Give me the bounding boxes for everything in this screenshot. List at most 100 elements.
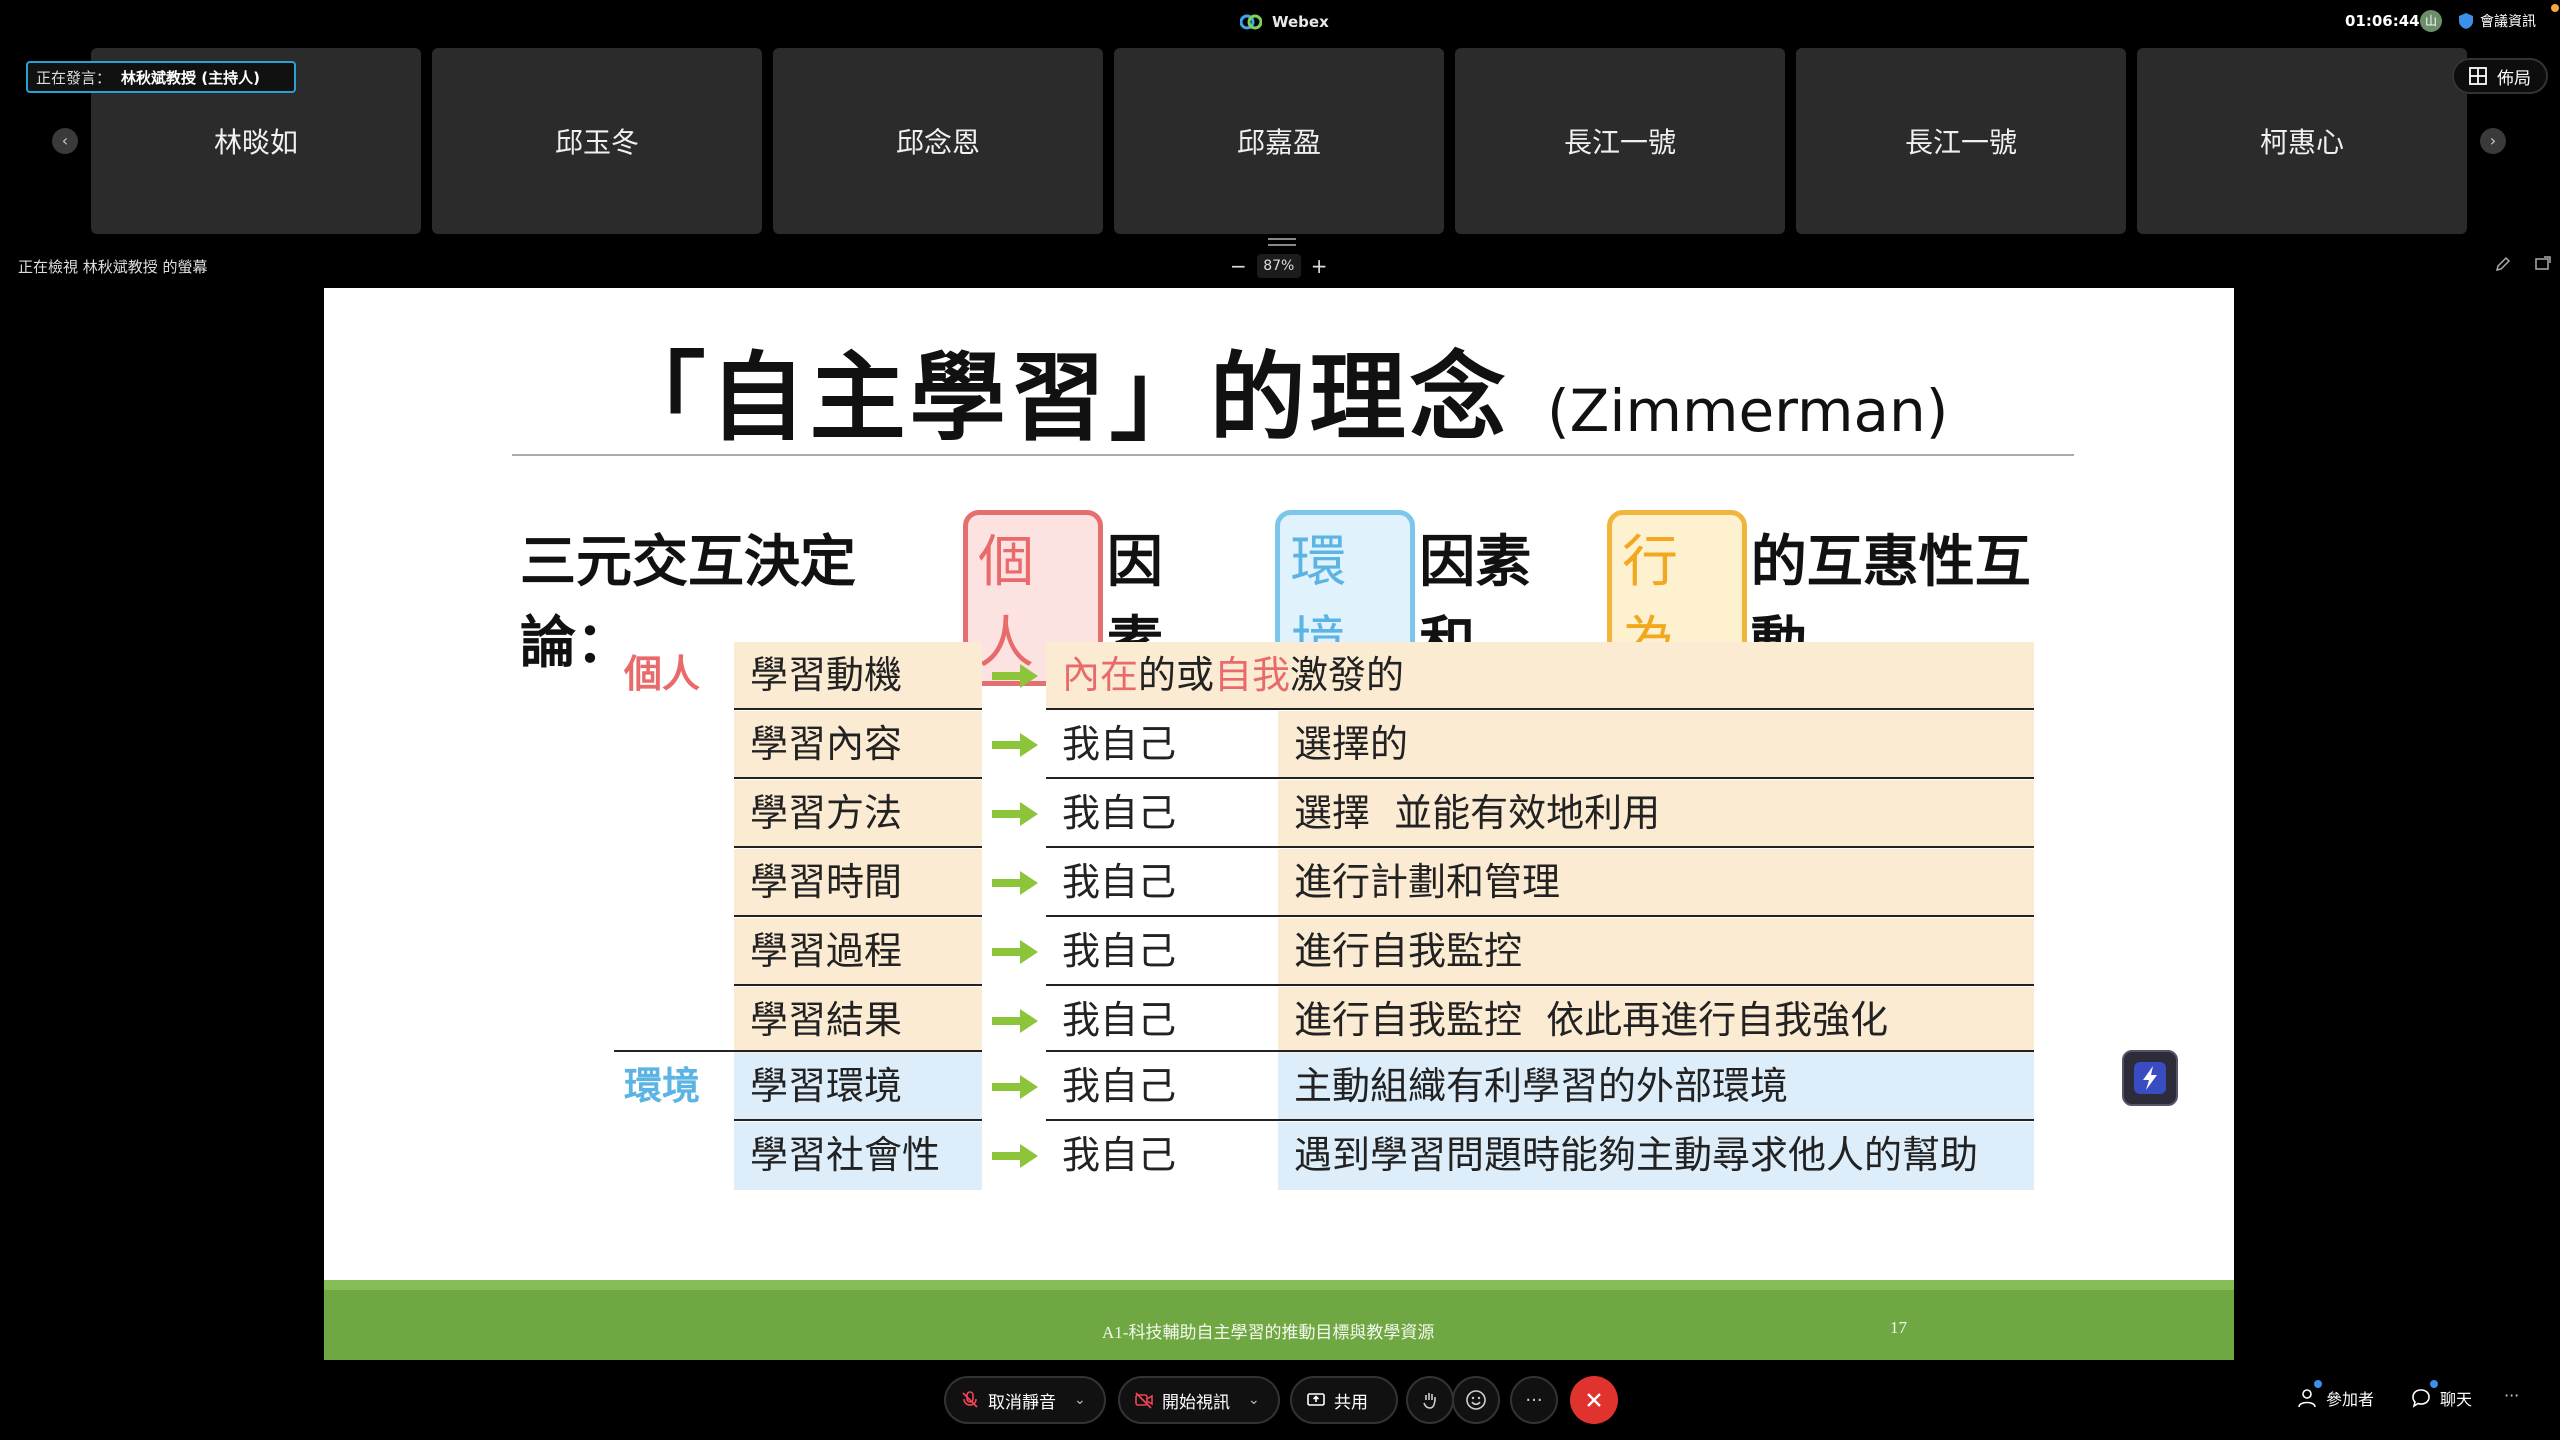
shared-slide: 「自主學習」的理念 (Zimmerman) 三元交互決定論： 個人 因素、 環境… <box>324 288 2234 1360</box>
row-agent: 我自己 <box>1062 1064 1177 1108</box>
row-agent: 我自己 <box>1062 791 1177 835</box>
participants-label: 參加者 <box>2326 1390 2375 1409</box>
row-item: 學習結果 <box>734 987 982 1055</box>
row-agent: 我自己 <box>1062 998 1177 1042</box>
row-item: 學習環境 <box>734 1053 982 1121</box>
row-item: 學習動機 <box>734 642 982 710</box>
avatar[interactable]: 山 <box>2420 10 2442 32</box>
row-divider <box>1046 708 2034 710</box>
table-row: 學習環境 我自己 主動組織有利學習的外部環境 <box>324 1053 2234 1121</box>
slide-title-author: (Zimmerman) <box>1547 377 1949 445</box>
notification-dot <box>2551 4 2559 12</box>
participant-tile[interactable]: 長江一號 <box>1455 48 1785 234</box>
chevron-down-icon[interactable]: ⌄ <box>1074 1392 1086 1408</box>
annotate-icon[interactable] <box>2495 256 2511 272</box>
floating-shortcut-button[interactable] <box>2122 1050 2178 1106</box>
highlight-self: 自我 <box>1214 653 1291 697</box>
popout-icon[interactable] <box>2535 256 2551 272</box>
participant-tile[interactable]: 邱玉冬 <box>432 48 762 234</box>
participant-name: 邱嘉盈 <box>1236 126 1321 159</box>
participant-tile[interactable]: 長江一號 <box>1796 48 2126 234</box>
strip-resize-handle[interactable] <box>1268 238 1296 246</box>
arrow-right-icon <box>986 918 1042 986</box>
row-text: 激發的 <box>1290 653 1405 697</box>
row-divider <box>734 708 982 710</box>
close-icon <box>1587 1393 1601 1407</box>
row-agent: 我自己 <box>1062 722 1177 766</box>
row-divider <box>734 984 982 986</box>
row-divider <box>734 846 982 848</box>
participant-tile[interactable]: 柯惠心 <box>2137 48 2467 234</box>
row-divider <box>1046 846 2034 848</box>
table-row: 學習內容 我自己 選擇的 <box>324 711 2234 779</box>
chevron-left-icon[interactable]: ‹ <box>52 128 78 154</box>
lightning-icon <box>2134 1062 2166 1094</box>
grid-layout-icon <box>2469 67 2487 85</box>
participant-name: 長江一號 <box>1563 126 1676 159</box>
row-description: 進行自我監控 依此再進行自我強化 <box>1278 987 2034 1055</box>
participant-tile[interactable]: 邱念恩 <box>773 48 1103 234</box>
meeting-controls: 取消靜音 ⌄ 開始視訊 ⌄ 共用 ··· 參加者 聊天 ··· <box>0 1376 2560 1426</box>
table-row: 學習方法 我自己 選擇 並能有效地利用 <box>324 780 2234 848</box>
meeting-info-label: 會議資訊 <box>2480 14 2536 30</box>
table-row: 學習社會性 我自己 遇到學習問題時能夠主動尋求他人的幫助 <box>324 1122 2234 1190</box>
row-item: 學習社會性 <box>734 1122 982 1190</box>
title-divider <box>512 454 2074 456</box>
share-viewing-text: 正在檢視 林秋斌教授 的螢幕 <box>18 258 208 276</box>
meeting-info-button[interactable]: 會議資訊 <box>2458 11 2536 31</box>
participant-name: 柯惠心 <box>2259 126 2344 159</box>
share-tools <box>2495 256 2551 272</box>
row-item: 學習時間 <box>734 849 982 917</box>
arrow-right-icon <box>986 849 1042 917</box>
chevron-right-icon[interactable]: › <box>2480 128 2506 154</box>
chat-button[interactable]: 聊天 <box>2410 1386 2472 1410</box>
shield-icon <box>2459 13 2473 29</box>
slide-footer-text: A1-科技輔助自主學習的推動目標與教學資源 <box>1102 1323 1435 1342</box>
person-icon <box>2298 1389 2316 1408</box>
overflow-menu-button[interactable]: ··· <box>2504 1386 2519 1405</box>
participant-name: 邱念恩 <box>895 126 980 159</box>
reactions-button[interactable] <box>1452 1376 1500 1424</box>
participant-tile[interactable]: 邱嘉盈 <box>1114 48 1444 234</box>
arrow-right-icon <box>986 1053 1042 1121</box>
row-item: 學習內容 <box>734 711 982 779</box>
row-description: 進行計劃和管理 <box>1278 849 2034 917</box>
row-description: 主動組織有利學習的外部環境 <box>1278 1053 2034 1121</box>
chat-icon <box>2412 1389 2430 1408</box>
more-options-button[interactable]: ··· <box>1510 1376 1558 1424</box>
end-call-button[interactable] <box>1570 1376 1618 1424</box>
chat-label: 聊天 <box>2440 1390 2473 1409</box>
mute-button-label: 取消靜音 <box>988 1392 1056 1413</box>
row-divider <box>1046 1050 2034 1052</box>
row-divider <box>734 1119 982 1121</box>
active-speaker-name: 林秋斌教授 (主持人) <box>121 68 260 87</box>
row-description: 遇到學習問題時能夠主動尋求他人的幫助 <box>1278 1122 2034 1190</box>
mute-button[interactable]: 取消靜音 ⌄ <box>944 1376 1106 1424</box>
chevron-down-icon[interactable]: ⌄ <box>1248 1392 1260 1408</box>
app-title-text: Webex <box>1272 13 1329 31</box>
slide-title: 「自主學習」的理念 (Zimmerman) <box>324 320 2234 459</box>
table-row: 學習動機 內在的或自我激發的 <box>324 642 2234 710</box>
zoom-control: − 87% + <box>1230 254 1328 278</box>
participant-name: 邱玉冬 <box>554 126 639 159</box>
raise-hand-icon <box>1423 1393 1436 1409</box>
arrow-right-icon <box>986 1122 1042 1190</box>
video-off-icon <box>1135 1392 1153 1409</box>
layout-button[interactable]: 佈局 <box>2452 58 2548 94</box>
start-video-button[interactable]: 開始視訊 ⌄ <box>1118 1376 1280 1424</box>
participants-button[interactable]: 參加者 <box>2296 1386 2374 1410</box>
row-divider <box>734 777 982 779</box>
share-button[interactable]: 共用 <box>1290 1376 1398 1424</box>
highlight-intrinsic: 內在 <box>1062 653 1139 697</box>
row-description: 內在的或自我激發的 <box>1046 642 2034 710</box>
slide-page-number: 17 <box>1890 1318 1907 1337</box>
share-screen-icon <box>1307 1393 1325 1406</box>
raise-hand-button[interactable] <box>1406 1376 1454 1424</box>
zoom-value[interactable]: 87% <box>1256 254 1301 278</box>
layout-button-label: 佈局 <box>2497 68 2531 89</box>
row-description: 選擇 並能有效地利用 <box>1278 780 2034 848</box>
zoom-out-button[interactable]: − <box>1230 254 1247 278</box>
chat-badge <box>2430 1380 2438 1388</box>
arrow-right-icon <box>986 987 1042 1055</box>
zoom-in-button[interactable]: + <box>1311 254 1328 278</box>
